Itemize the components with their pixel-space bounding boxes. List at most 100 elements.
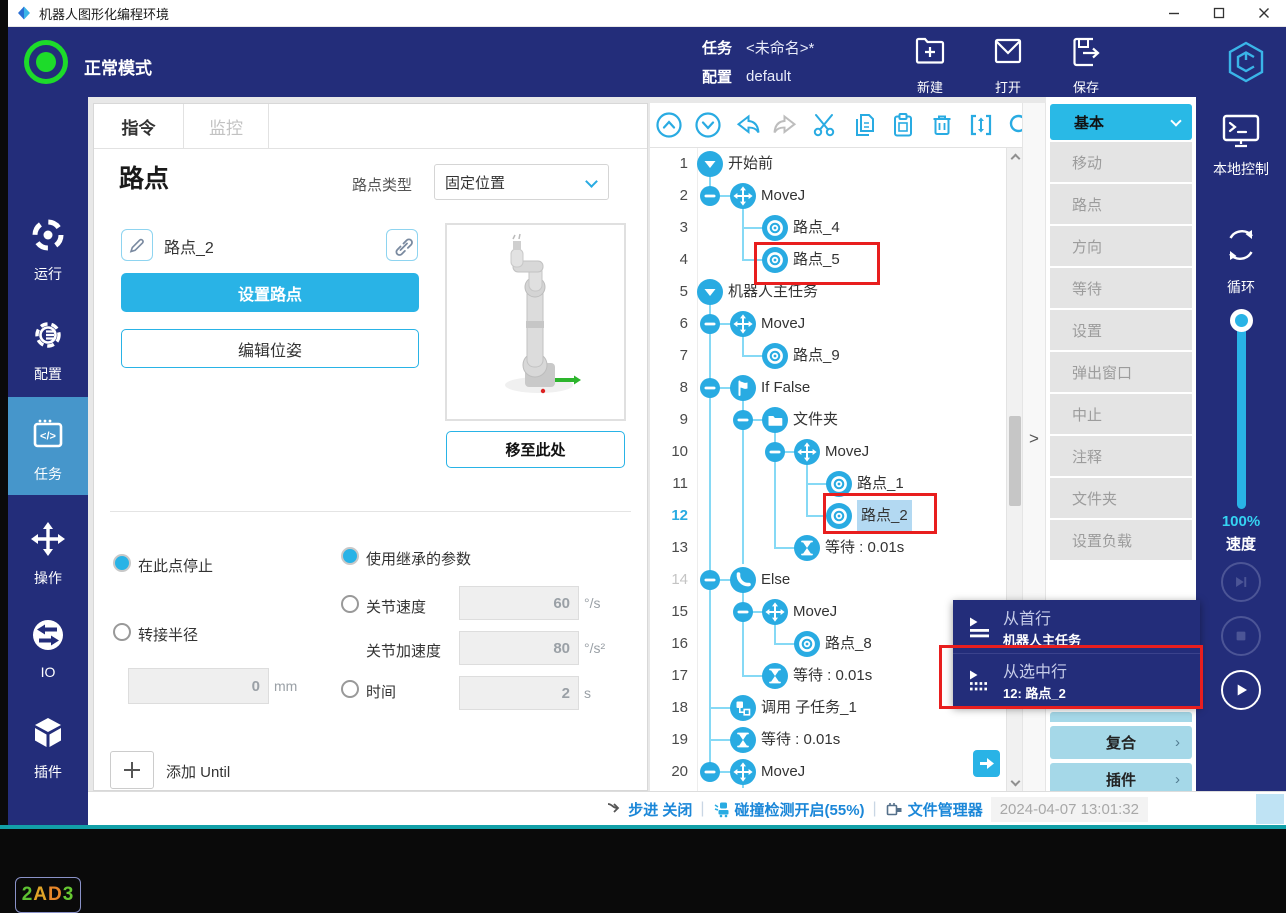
tree-node-label[interactable]: MoveJ [761, 308, 805, 340]
tree-node-label[interactable]: 文件夹 [793, 404, 838, 436]
renumber-button[interactable] [966, 110, 996, 140]
category-item[interactable]: 设置 [1050, 310, 1192, 350]
waypoint-type-select[interactable]: 固定位置 [434, 164, 609, 200]
play-button[interactable] [1221, 670, 1261, 710]
tree-row-MoveJ[interactable]: 20MoveJ [650, 756, 1006, 788]
tree-node-label[interactable]: 路点_9 [793, 340, 840, 372]
category-item[interactable]: 移动 [1050, 142, 1192, 182]
expand-icon[interactable] [697, 151, 723, 177]
collapse-icon[interactable] [700, 186, 720, 206]
waypoint-icon[interactable] [762, 215, 788, 241]
folder-icon[interactable] [762, 407, 788, 433]
subtask-icon[interactable] [730, 695, 756, 721]
tree-node-label[interactable]: 等待 : 0.01s [793, 660, 872, 692]
maximize-button[interactable] [1196, 0, 1241, 26]
delete-button[interactable] [927, 110, 957, 140]
undo-button[interactable] [732, 110, 762, 140]
expand-icon[interactable] [697, 279, 723, 305]
stop-here-radio[interactable] [113, 554, 131, 572]
tree-node-label[interactable]: Else [761, 564, 790, 596]
collapse-icon[interactable] [733, 602, 753, 622]
tree-row-MoveJ[interactable]: 2MoveJ [650, 180, 1006, 212]
tree-node-label[interactable]: 调用 子任务_1 [761, 692, 857, 724]
tree-row-等待 : 0.01s[interactable]: 13等待 : 0.01s [650, 532, 1006, 564]
hourglass-icon[interactable] [762, 663, 788, 689]
category-item[interactable]: 设置负载 [1050, 520, 1192, 560]
tree-row-文件夹[interactable]: 9文件夹 [650, 404, 1006, 436]
tab-instruction[interactable]: 指令 [94, 104, 184, 148]
paste-button[interactable] [888, 110, 918, 140]
category-item[interactable]: 文件夹 [1050, 478, 1192, 518]
waypoint-icon[interactable] [794, 631, 820, 657]
scrollbar-thumb[interactable] [1009, 416, 1021, 506]
tree-row-Else[interactable]: 14Else [650, 564, 1006, 596]
sidebar-item-task[interactable]: </> 任务 [8, 415, 88, 484]
category-item[interactable]: 弹出窗口 [1050, 352, 1192, 392]
stop-button[interactable] [1221, 616, 1261, 656]
if-icon[interactable] [730, 375, 756, 401]
collapse-icon[interactable] [700, 314, 720, 334]
tree-node-label[interactable]: MoveJ [761, 180, 805, 212]
step-forward-button[interactable] [1221, 562, 1261, 602]
copy-button[interactable] [849, 110, 879, 140]
tree-node-label[interactable]: 路点_4 [793, 212, 840, 244]
collapse-icon[interactable] [700, 378, 720, 398]
redo-button[interactable] [771, 110, 801, 140]
move-down-button[interactable] [693, 110, 723, 140]
movej-icon[interactable] [794, 439, 820, 465]
hourglass-icon[interactable] [794, 535, 820, 561]
category-item[interactable]: 方向 [1050, 226, 1192, 266]
sidebar-item-run[interactable]: 运行 [8, 215, 88, 284]
tree-node-label[interactable]: 开始前 [728, 148, 773, 180]
joint-speed-input[interactable]: 60 [459, 586, 579, 620]
link-waypoint-button[interactable] [386, 229, 418, 261]
tree-row-等待 : 0.01s[interactable]: 19等待 : 0.01s [650, 724, 1006, 756]
minimize-button[interactable] [1151, 0, 1196, 26]
new-task-button[interactable]: 新建 [897, 34, 963, 96]
category-basic[interactable]: 基本 [1050, 104, 1192, 140]
loop-button[interactable]: 循环 [1196, 223, 1286, 297]
tree-row-MoveJ[interactable]: 10MoveJ [650, 436, 1006, 468]
inherit-params-radio[interactable] [341, 547, 359, 565]
else-icon[interactable] [730, 567, 756, 593]
collapse-icon[interactable] [733, 410, 753, 430]
hourglass-icon[interactable] [730, 727, 756, 753]
speed-slider-track[interactable] [1237, 319, 1246, 509]
category-item[interactable]: 中止 [1050, 394, 1192, 434]
collapse-icon[interactable] [700, 762, 720, 782]
scroll-up-icon[interactable] [1007, 148, 1023, 164]
sidebar-item-config[interactable]: 配置 [8, 315, 88, 384]
sidebar-item-io[interactable]: IO [8, 615, 88, 680]
step-mode-status[interactable]: 步进 关闭 [606, 799, 692, 820]
local-control-button[interactable]: 本地控制 [1196, 113, 1286, 179]
joint-accel-input[interactable]: 80 [459, 631, 579, 665]
scroll-down-icon[interactable] [1007, 775, 1023, 791]
blend-radius-input[interactable]: 0 [128, 668, 269, 704]
tab-monitor[interactable]: 监控 [184, 104, 269, 148]
tree-row-If False[interactable]: 8If False [650, 372, 1006, 404]
add-until-button[interactable] [110, 751, 154, 789]
collapse-icon[interactable] [700, 570, 720, 590]
category-item[interactable]: 路点 [1050, 184, 1192, 224]
waypoint-icon[interactable] [762, 343, 788, 369]
tree-node-label[interactable]: 等待 : 0.01s [761, 724, 840, 756]
collapse-icon[interactable] [765, 442, 785, 462]
set-waypoint-button[interactable]: 设置路点 [121, 273, 419, 312]
file-manager-button[interactable]: 文件管理器 [885, 799, 983, 820]
tree-node-label[interactable]: MoveJ [793, 596, 837, 628]
movej-icon[interactable] [730, 311, 756, 337]
move-up-button[interactable] [654, 110, 684, 140]
movej-icon[interactable] [730, 183, 756, 209]
move-to-here-button[interactable]: 移至此处 [446, 431, 625, 468]
time-input[interactable]: 2 [459, 676, 579, 710]
close-button[interactable] [1241, 0, 1286, 26]
open-task-button[interactable]: 打开 [975, 34, 1041, 96]
sidebar-item-operate[interactable]: 操作 [8, 519, 88, 588]
sidebar-item-plugin[interactable]: 插件 [8, 713, 88, 782]
speed-slider-handle[interactable] [1230, 309, 1253, 332]
cut-button[interactable] [810, 110, 840, 140]
movej-icon[interactable] [730, 759, 756, 785]
save-task-button[interactable]: 保存 [1053, 34, 1119, 96]
movej-icon[interactable] [762, 599, 788, 625]
tree-row-路点_4[interactable]: 3路点_4 [650, 212, 1006, 244]
